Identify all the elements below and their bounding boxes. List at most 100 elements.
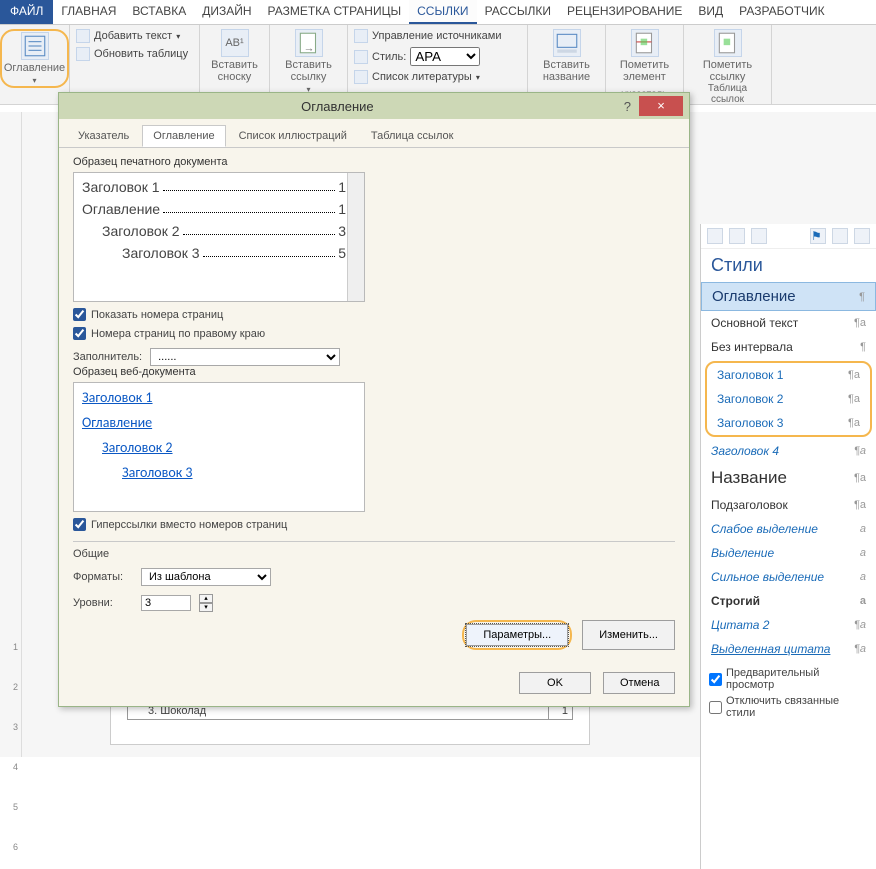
leader-row: Заполнитель: ...... xyxy=(73,348,365,366)
style-item[interactable]: Слабое выделениеa xyxy=(701,517,876,541)
manage-icon xyxy=(354,29,368,43)
print-preview: ▴ ▾ Заголовок 11Оглавление1Заголовок 23З… xyxy=(73,172,365,302)
mark-cite-icon xyxy=(714,29,742,57)
disable-linked-checkbox[interactable]: Отключить связанные стили xyxy=(709,695,868,719)
tab-review[interactable]: РЕЦЕНЗИРОВАНИЕ xyxy=(559,0,690,24)
style-item[interactable]: Цитата 2¶a xyxy=(701,613,876,637)
dialog-tab-index[interactable]: Указатель xyxy=(67,125,140,147)
style-item[interactable]: Оглавление¶ xyxy=(701,282,876,311)
styles-pane: ⚑ Стили Оглавление¶Основной текст¶aБез и… xyxy=(700,224,876,869)
levels-label: Уровни: xyxy=(73,597,133,609)
highlight-toc: Оглавление ▾ xyxy=(0,29,69,88)
dialog-tab-toa[interactable]: Таблица ссылок xyxy=(360,125,465,147)
dialog-titlebar[interactable]: Оглавление ? × xyxy=(59,93,689,119)
general-section-label: Общие xyxy=(73,548,675,560)
show-pages-checkbox[interactable]: Показать номера страниц xyxy=(73,308,365,321)
style-item[interactable]: Сильное выделениеa xyxy=(701,565,876,589)
cancel-button[interactable]: Отмена xyxy=(603,672,675,694)
styles-tool-icon[interactable] xyxy=(707,228,723,244)
ribbon-tabs: ФАЙЛ ГЛАВНАЯ ВСТАВКА ДИЗАЙН РАЗМЕТКА СТР… xyxy=(0,0,876,25)
styles-list: Оглавление¶Основной текст¶aБез интервала… xyxy=(701,282,876,661)
levels-input[interactable] xyxy=(141,595,191,611)
preview-checkbox[interactable]: Предварительный просмотр xyxy=(709,667,868,691)
manage-sources-button[interactable]: Управление источниками xyxy=(354,29,501,43)
mark-entry-button[interactable]: Пометить элемент xyxy=(612,29,677,83)
web-preview-label: Образец веб-документа xyxy=(73,366,365,378)
ok-button[interactable]: OK xyxy=(519,672,591,694)
insert-caption-button[interactable]: Вставить название xyxy=(534,29,599,83)
mark-entry-label: Пометить элемент xyxy=(612,59,677,83)
toc-button[interactable]: Оглавление ▾ xyxy=(4,32,65,85)
citation-icon: → xyxy=(295,29,323,57)
vertical-ruler: 123456 xyxy=(0,112,22,757)
insert-footnote-button[interactable]: AB¹ Вставить сноску xyxy=(206,29,263,83)
style-item[interactable]: Выделениеa xyxy=(701,541,876,565)
caption-label: Вставить название xyxy=(534,59,599,83)
tab-view[interactable]: ВИД xyxy=(690,0,731,24)
mark-cite-label: Пометить ссылку xyxy=(690,59,765,83)
style-item[interactable]: Заголовок 4¶a xyxy=(701,439,876,463)
style-item[interactable]: Строгийa xyxy=(701,589,876,613)
toc-dialog: Оглавление ? × Указатель Оглавление Спис… xyxy=(58,92,690,707)
styles-tool-icon[interactable] xyxy=(832,228,848,244)
close-button[interactable]: × xyxy=(639,96,683,116)
update-icon xyxy=(76,47,90,61)
scroll-up-icon[interactable]: ▴ xyxy=(350,175,362,187)
levels-spinner[interactable]: ▴▾ xyxy=(199,594,213,612)
leader-select[interactable]: ...... xyxy=(150,348,340,366)
highlight-options: Параметры... xyxy=(462,620,572,650)
caption-icon xyxy=(553,29,581,57)
styles-pane-title: Стили xyxy=(701,249,876,282)
tab-developer[interactable]: РАЗРАБОТЧИК xyxy=(731,0,833,24)
citation-style-select[interactable]: Стиль:APA xyxy=(354,47,501,66)
insert-citation-button[interactable]: → Вставить ссылку ▾ xyxy=(276,29,341,94)
chevron-down-icon: ▾ xyxy=(33,76,37,85)
add-text-icon xyxy=(76,29,90,43)
style-item[interactable]: Заголовок 2¶a xyxy=(707,387,870,411)
footnote-label: Вставить сноску xyxy=(206,59,263,83)
tab-mailings[interactable]: РАССЫЛКИ xyxy=(477,0,559,24)
styles-tool-icon[interactable] xyxy=(751,228,767,244)
dialog-title: Оглавление xyxy=(59,99,616,114)
help-button[interactable]: ? xyxy=(616,99,639,114)
modify-button[interactable]: Изменить... xyxy=(582,620,675,650)
formats-label: Форматы: xyxy=(73,571,133,583)
dialog-tab-toc[interactable]: Оглавление xyxy=(142,125,225,147)
styles-tool-icon[interactable] xyxy=(854,228,870,244)
add-text-button[interactable]: Добавить текст▾ xyxy=(76,29,188,43)
style-item[interactable]: Название¶a xyxy=(701,463,876,493)
mark-citation-button[interactable]: Пометить ссылку xyxy=(690,29,765,83)
style-item[interactable]: Выделенная цитата¶a xyxy=(701,637,876,661)
dialog-tabs: Указатель Оглавление Список иллюстраций … xyxy=(59,119,689,148)
options-button[interactable]: Параметры... xyxy=(466,624,568,646)
tab-home[interactable]: ГЛАВНАЯ xyxy=(53,0,124,24)
style-icon xyxy=(354,50,368,64)
bibliography-button[interactable]: Список литературы▾ xyxy=(354,70,501,84)
hyperlinks-checkbox[interactable]: Гиперссылки вместо номеров страниц xyxy=(73,518,365,531)
mark-entry-icon xyxy=(631,29,659,57)
tab-layout[interactable]: РАЗМЕТКА СТРАНИЦЫ xyxy=(260,0,410,24)
flag-icon[interactable]: ⚑ xyxy=(810,228,826,244)
formats-select[interactable]: Из шаблона xyxy=(141,568,271,586)
styles-tool-icon[interactable] xyxy=(729,228,745,244)
tab-file[interactable]: ФАЙЛ xyxy=(0,0,53,24)
style-item[interactable]: Основной текст¶a xyxy=(701,311,876,335)
style-item[interactable]: Заголовок 1¶a xyxy=(707,363,870,387)
scroll-down-icon[interactable]: ▾ xyxy=(350,287,362,299)
style-item[interactable]: Подзаголовок¶a xyxy=(701,493,876,517)
citation-label: Вставить ссылку xyxy=(276,59,341,83)
toc-label: Оглавление xyxy=(4,62,65,74)
dialog-tab-figures[interactable]: Список иллюстраций xyxy=(228,125,358,147)
style-item[interactable]: Заголовок 3¶a xyxy=(707,411,870,435)
tab-design[interactable]: ДИЗАЙН xyxy=(194,0,259,24)
footnote-icon: AB¹ xyxy=(221,29,249,57)
right-align-checkbox[interactable]: Номера страниц по правому краю xyxy=(73,327,365,340)
toc-icon xyxy=(21,32,49,60)
styles-toolbar: ⚑ xyxy=(701,224,876,249)
print-preview-label: Образец печатного документа xyxy=(73,156,365,168)
tab-insert[interactable]: ВСТАВКА xyxy=(124,0,194,24)
style-item[interactable]: Без интервала¶ xyxy=(701,335,876,359)
svg-text:→: → xyxy=(303,43,314,55)
update-table-button[interactable]: Обновить таблицу xyxy=(76,47,188,61)
tab-references[interactable]: ССЫЛКИ xyxy=(409,0,476,24)
